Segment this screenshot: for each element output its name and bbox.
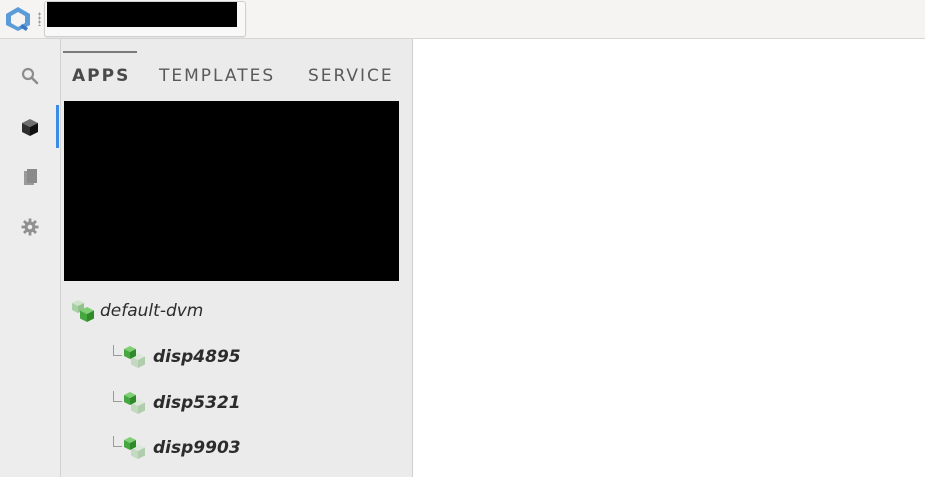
tab-bar: APPS TEMPLATES SERVICE <box>61 39 412 101</box>
top-bar <box>0 0 925 39</box>
qubes-logo-icon[interactable] <box>3 6 33 32</box>
tree-item-default-dvm[interactable]: default-dvm <box>71 297 203 325</box>
sidebar-item-apps[interactable] <box>18 115 42 139</box>
sidebar-item-settings[interactable] <box>18 215 42 239</box>
dvm-template-cube-icon <box>72 300 94 322</box>
dispvm-cube-icon <box>124 437 145 459</box>
tab-active-underline <box>63 51 137 53</box>
tree-item-disp4895[interactable]: disp4895 <box>122 343 241 371</box>
tab-templates[interactable]: TEMPLATES <box>159 66 275 86</box>
search-icon <box>21 67 39 85</box>
tree-item-label: default-dvm <box>100 301 204 321</box>
bookmark-icon <box>24 169 37 185</box>
dispvm-cube-icon <box>124 346 145 368</box>
main-content-area <box>413 39 925 477</box>
search-field[interactable] <box>44 1 246 37</box>
tab-apps[interactable]: APPS <box>72 66 130 86</box>
tree-item-disp5321[interactable]: disp5321 <box>122 389 241 417</box>
tree-connector <box>113 436 122 447</box>
apps-panel: APPS TEMPLATES SERVICE default-dvm disp4… <box>61 39 413 477</box>
tree-item-disp9903[interactable]: disp9903 <box>122 434 241 462</box>
active-indicator <box>56 105 59 148</box>
redacted-content <box>64 101 399 281</box>
dispvm-cube-icon <box>124 392 145 414</box>
tab-service[interactable]: SERVICE <box>308 66 394 86</box>
sidebar-item-search[interactable] <box>18 64 42 88</box>
tree-connector <box>113 345 122 356</box>
drag-handle-icon[interactable] <box>38 12 41 26</box>
cube-icon <box>22 119 38 136</box>
sidebar-item-bookmarks[interactable] <box>18 165 42 189</box>
sidebar <box>0 39 61 477</box>
tree-item-label: disp4895 <box>153 347 241 367</box>
gear-icon <box>21 218 39 236</box>
tree-connector <box>113 391 122 402</box>
tree-item-label: disp5321 <box>153 393 241 413</box>
tree-item-label: disp9903 <box>153 438 241 458</box>
